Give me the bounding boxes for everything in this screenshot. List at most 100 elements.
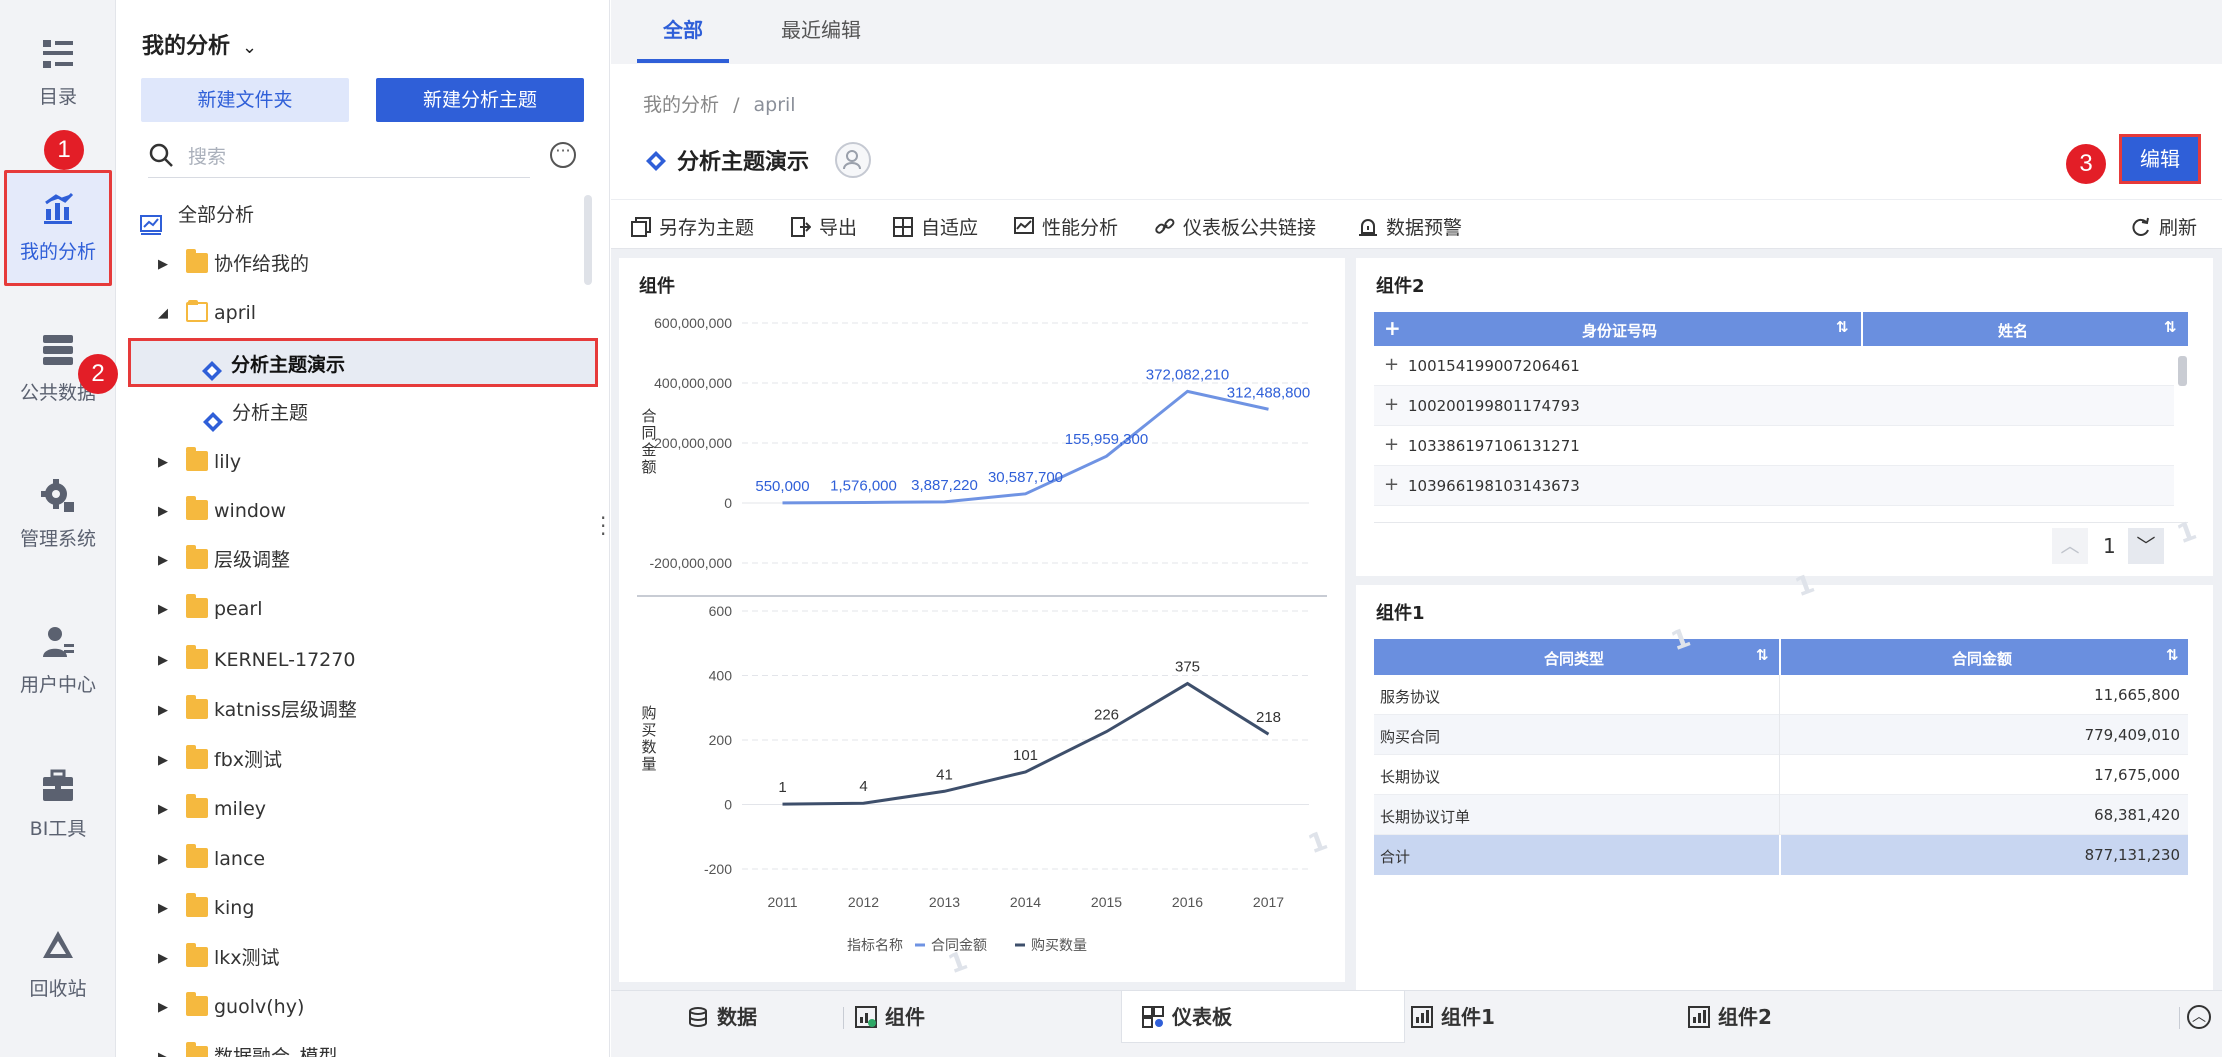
tree-item-subject-demo[interactable]: 分析主题演示	[128, 338, 598, 387]
component-chart-icon	[1688, 995, 1710, 1028]
collapse-arrow-icon[interactable]: ◢	[156, 289, 170, 338]
expand-row-plus-icon[interactable]: +	[1384, 434, 1399, 455]
expand-arrow-icon[interactable]: ▶	[156, 736, 170, 785]
expand-arrow-icon[interactable]: ▶	[156, 536, 170, 585]
expand-all-plus-icon[interactable]: +	[1384, 316, 1401, 340]
tree-item-folder[interactable]: ▶ miley	[116, 785, 610, 834]
column-header-id[interactable]: 身份证号码	[1582, 320, 1657, 341]
panel-resize-handle[interactable]: · · ·	[600, 508, 606, 544]
tree-item-folder[interactable]: ▶ lkx测试	[116, 934, 610, 983]
panel-title: 组件2	[1376, 276, 1425, 297]
rail-item-admin-system[interactable]: 管理系统	[4, 478, 112, 594]
public-link-button[interactable]: 仪表板公共链接	[1155, 213, 1316, 240]
tree-item-folder[interactable]: ▶ 数据融合_模型	[116, 1033, 610, 1057]
table-row[interactable]: +100200199801174793	[1374, 386, 2174, 426]
expand-arrow-icon[interactable]: ▶	[156, 686, 170, 735]
table-row[interactable]: 长期协议 17,675,000	[1374, 755, 2188, 795]
chart-component-panel[interactable]: 组件 600,000,000 400,000,000 200,000,000 0 -20…	[619, 258, 1345, 982]
tab-recent[interactable]: 最近编辑	[781, 14, 861, 43]
table-row[interactable]: 购买合同 779,409,010	[1374, 715, 2188, 755]
tree-item-folder[interactable]: ▶ window	[116, 487, 610, 536]
table-cell: 100154199007206461	[1408, 357, 1580, 375]
tree-item-folder[interactable]: ▶ lily	[116, 438, 610, 487]
tree-item-shared[interactable]: ▶ 协作给我的	[116, 240, 610, 289]
tree-title-label: 我的分析	[142, 34, 231, 59]
y-tick-label: 600	[709, 603, 733, 619]
tree-item-april[interactable]: ◢ april	[116, 289, 610, 338]
tree-item-folder[interactable]: ▶ guolv(hy)	[116, 983, 610, 1032]
tree-item-subject[interactable]: 分析主题	[116, 389, 610, 438]
adaptive-button[interactable]: 自适应	[893, 213, 978, 240]
column-header-contract-amount[interactable]: 合同金额	[1952, 648, 2012, 669]
new-subject-button[interactable]: 新建分析主题	[376, 78, 584, 122]
tree-item-folder[interactable]: ▶ fbx测试	[116, 736, 610, 785]
edit-button[interactable]: 编辑	[2119, 134, 2201, 184]
expand-row-plus-icon[interactable]: +	[1384, 354, 1399, 375]
expand-row-plus-icon[interactable]: +	[1384, 394, 1399, 415]
expand-arrow-icon[interactable]: ▶	[156, 934, 170, 983]
data-alert-button[interactable]: 数据预警	[1358, 213, 1462, 240]
bottom-tab-component1[interactable]: 组件1	[1411, 991, 1495, 1043]
expand-row-plus-icon[interactable]: +	[1384, 474, 1399, 495]
tree-item-folder[interactable]: ▶ 层级调整	[116, 536, 610, 585]
expand-arrow-icon[interactable]: ▶	[156, 585, 170, 634]
data-label: 30,587,700	[988, 469, 1063, 486]
expand-arrow-icon[interactable]: ▶	[156, 785, 170, 834]
expand-arrow-icon[interactable]: ▶	[156, 983, 170, 1032]
rail-item-bi-tools[interactable]: BI工具	[4, 768, 112, 884]
table-row[interactable]: 长期协议订单 68,381,420	[1374, 795, 2188, 835]
tree-item-folder[interactable]: ▶ KERNEL-17270	[116, 636, 610, 685]
expand-arrow-icon[interactable]: ▶	[156, 636, 170, 685]
bottom-tab-data[interactable]: 数据	[687, 991, 757, 1043]
save-as-subject-button[interactable]: 另存为主题	[631, 213, 754, 240]
sort-icon[interactable]: ⇅	[1836, 318, 1849, 336]
expand-arrow-icon[interactable]: ▶	[156, 835, 170, 884]
bottom-tab-component[interactable]: 组件	[855, 991, 925, 1043]
sort-icon[interactable]: ⇅	[1756, 646, 1769, 664]
table-row[interactable]: +103966198103143673	[1374, 466, 2174, 506]
refresh-button[interactable]: 刷新	[2131, 213, 2197, 240]
more-options-icon[interactable]: ···	[550, 142, 576, 168]
tab-all[interactable]: 全部	[663, 14, 703, 43]
expand-arrow-icon[interactable]: ▶	[156, 438, 170, 487]
page-up-chevron-icon[interactable]: ︿	[2052, 528, 2088, 564]
bottom-tab-component2[interactable]: 组件2	[1688, 991, 1772, 1043]
breadcrumb-root[interactable]: 我的分析	[643, 94, 719, 116]
column-header-contract-type[interactable]: 合同类型	[1544, 648, 1604, 669]
export-button[interactable]: 导出	[791, 213, 857, 240]
search-input[interactable]: 搜索	[148, 138, 530, 178]
page-down-chevron-icon[interactable]: ﹀	[2128, 528, 2164, 564]
rail-item-user-center[interactable]: 用户中心	[4, 624, 112, 740]
column-header-name[interactable]: 姓名	[1998, 320, 2028, 341]
expand-arrow-icon[interactable]: ▶	[156, 487, 170, 536]
new-folder-button[interactable]: 新建文件夹	[141, 78, 349, 122]
y-tick-label: 200	[709, 732, 733, 748]
tree-item-folder[interactable]: ▶ pearl	[116, 585, 610, 634]
component-chart-icon	[855, 995, 877, 1028]
tree-item-folder[interactable]: ▶ king	[116, 884, 610, 933]
y-axis-label: 额	[641, 458, 656, 476]
table-row[interactable]: 服务协议 11,665,800	[1374, 675, 2188, 715]
tree-title[interactable]: 我的分析 ⌄	[142, 28, 257, 60]
tree-item-folder[interactable]: ▶ katniss层级调整	[116, 686, 610, 735]
collapse-up-chevron-icon[interactable]: ︿	[2187, 1005, 2211, 1029]
table2-scrollbar[interactable]	[2178, 356, 2187, 386]
rail-item-recycle-bin[interactable]: 回收站	[4, 928, 112, 1044]
expand-arrow-icon[interactable]: ▶	[156, 240, 170, 289]
rail-item-my-analysis[interactable]: 我的分析	[4, 170, 112, 286]
tree-item-label: lily	[214, 451, 242, 473]
table-row[interactable]: +100154199007206461	[1374, 346, 2174, 386]
analysis-tree-panel: 我的分析 ⌄ 新建文件夹 新建分析主题 搜索 ··· 全部分析 ▶ 协作给我的 ◢…	[116, 0, 610, 1057]
collaborator-avatar-icon[interactable]	[835, 142, 871, 178]
bottom-tab-dashboard[interactable]: 仪表板	[1121, 991, 1405, 1043]
table-row[interactable]: +103386197106131271	[1374, 426, 2174, 466]
expand-arrow-icon[interactable]: ▶	[156, 1033, 170, 1057]
expand-arrow-icon[interactable]: ▶	[156, 884, 170, 933]
performance-analysis-button[interactable]: 性能分析	[1014, 213, 1118, 240]
table1-component-panel[interactable]: 组件1 合同类型 ⇅ 合同金额 ⇅ 合计 877,131,230 1 1 1 1…	[1356, 569, 2213, 990]
sort-icon[interactable]: ⇅	[2164, 318, 2177, 336]
sort-icon[interactable]: ⇅	[2166, 646, 2179, 664]
tree-item-all-analysis[interactable]: 全部分析	[116, 191, 610, 240]
tree-item-folder[interactable]: ▶ lance	[116, 835, 610, 884]
table2-component-panel[interactable]: 组件2 + 身份证号码 ⇅ 姓名 ⇅ ︿ 1 ﹀ 1 +100154199007…	[1356, 258, 2213, 576]
